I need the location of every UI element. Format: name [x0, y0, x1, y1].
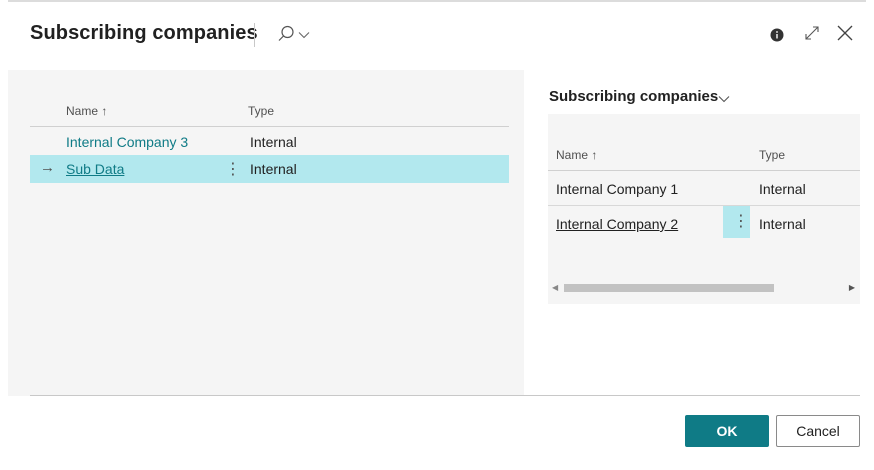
horizontal-scrollbar[interactable]: ◀ ▶: [548, 281, 860, 293]
chevron-down-icon[interactable]: [298, 31, 310, 39]
company-type: Internal: [759, 181, 806, 197]
company-type: Internal: [759, 216, 806, 232]
scrollbar-thumb[interactable]: [564, 284, 774, 292]
more-options-icon: ⋮: [733, 213, 749, 230]
table-row[interactable]: Internal Company 3 Internal: [30, 128, 509, 156]
info-icon[interactable]: [770, 28, 784, 42]
scroll-right-icon[interactable]: ▶: [849, 283, 855, 292]
column-header-name[interactable]: Name ↑: [556, 148, 597, 162]
column-header-type[interactable]: Type: [759, 148, 785, 162]
expand-icon[interactable]: [804, 25, 820, 41]
left-list-panel: Name ↑ Type Internal Company 3 Internal …: [8, 70, 524, 396]
company-name-link[interactable]: Internal Company 2: [556, 216, 678, 232]
ok-button[interactable]: OK: [685, 415, 769, 447]
more-options-button[interactable]: ⋮: [723, 206, 750, 238]
chevron-down-icon[interactable]: [718, 95, 730, 103]
table-row-selected[interactable]: Internal Company 2 ⋮ Internal: [548, 205, 860, 240]
company-name[interactable]: Internal Company 1: [556, 181, 678, 197]
scroll-left-icon[interactable]: ◀: [552, 283, 558, 292]
company-name-link[interactable]: Sub Data: [66, 161, 124, 177]
title-divider: [254, 23, 255, 47]
top-border: [8, 0, 866, 2]
company-type: Internal: [250, 161, 297, 177]
company-type: Internal: [250, 134, 297, 150]
table-row[interactable]: Internal Company 1 Internal: [548, 171, 860, 205]
footer-divider: [30, 395, 860, 396]
cancel-button[interactable]: Cancel: [776, 415, 860, 447]
close-icon[interactable]: [836, 24, 854, 42]
search-icon[interactable]: [276, 24, 296, 44]
factbox-title[interactable]: Subscribing companies: [549, 88, 718, 105]
more-options-icon[interactable]: ⋮: [225, 159, 241, 179]
column-header-name[interactable]: Name ↑: [66, 104, 107, 118]
table-row-selected[interactable]: → Sub Data ⋮ Internal: [30, 155, 509, 183]
arrow-right-icon: →: [40, 159, 55, 176]
header-divider: [30, 126, 509, 127]
factbox-list: Name ↑ Type Internal Company 1 Internal …: [548, 114, 860, 304]
company-name-link[interactable]: Internal Company 3: [66, 134, 188, 150]
column-header-type[interactable]: Type: [248, 104, 274, 118]
dialog-title: Subscribing companies: [30, 22, 258, 44]
